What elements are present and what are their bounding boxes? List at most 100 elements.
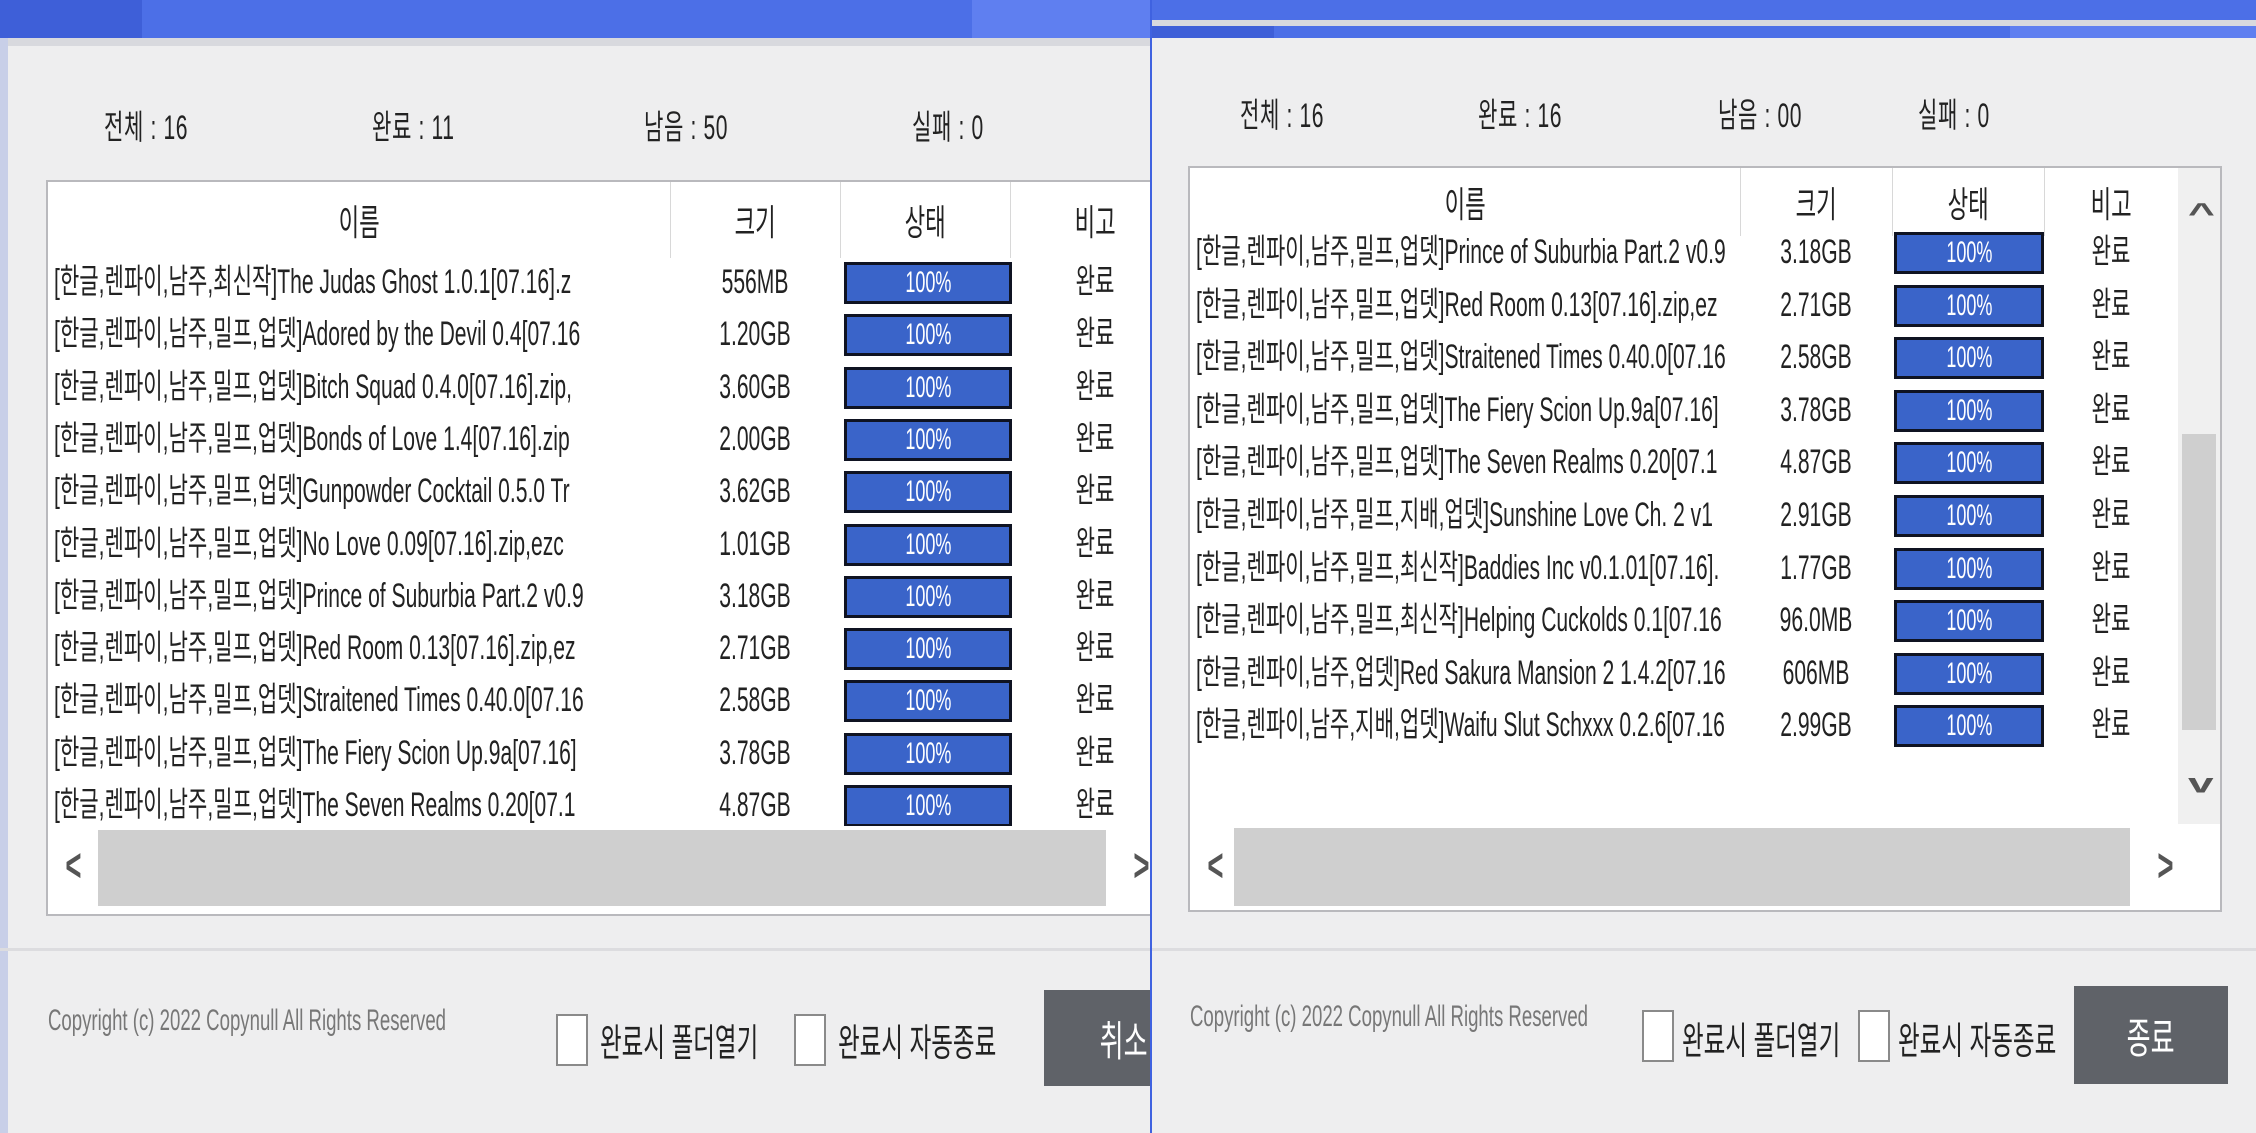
progress-label: 100% (1945, 604, 1993, 638)
file-name: [한글,렌파이,남주,밀프,최신작]Helping Cuckolds 0.1[0… (1196, 601, 1722, 640)
progress-bar: 100% (844, 785, 1012, 827)
progress-bar: 100% (844, 732, 1012, 775)
status-note: 완료 (1075, 629, 1115, 668)
progress-label: 100% (904, 684, 952, 718)
stat-done: 완료 : 11 (372, 109, 455, 147)
status-note: 완료 (2091, 706, 2131, 745)
status-note: 완료 (1075, 315, 1115, 354)
open-folder-checkbox[interactable] (1642, 1010, 1674, 1062)
close-button[interactable]: 종료 (2074, 986, 2228, 1084)
column-status[interactable]: 상태 (840, 182, 1011, 258)
file-size: 606MB (1782, 653, 1850, 692)
status-note: 완료 (1075, 733, 1115, 772)
open-folder-label: 완료시 폴더열기 (600, 1023, 759, 1065)
status-note: 완료 (2091, 653, 2131, 692)
table-row[interactable]: [한글,렌파이,남주,밀프,업뎃]Red Room 0.13[07.16].zi… (48, 622, 1150, 674)
scroll-right-icon[interactable]: > (2157, 842, 2173, 888)
column-note[interactable]: 비고 (1010, 182, 1150, 258)
table-row[interactable]: [한글,렌파이,남주,밀프,업뎃]Straitened Times 0.40.0… (1190, 331, 2220, 383)
scroll-left-icon[interactable]: < (1207, 842, 1223, 888)
status-note: 완료 (1075, 524, 1115, 563)
open-folder-checkbox[interactable] (556, 1014, 588, 1066)
progress-label: 100% (1945, 236, 1993, 269)
title-bar[interactable] (0, 0, 1150, 38)
file-name: [한글,렌파이,남주,밀프,업뎃]Prince of Suburbia Part… (1196, 233, 1726, 271)
file-size: 2.58GB (1780, 338, 1852, 377)
status-note: 완료 (1075, 263, 1115, 301)
file-size: 1.01GB (719, 524, 791, 563)
progress-bar: 100% (844, 523, 1012, 566)
table-row[interactable]: [한글,렌파이,남주,밀프,최신작]Baddies Inc v0.1.01[07… (1190, 542, 2220, 594)
progress-label: 100% (1945, 499, 1993, 532)
table-row[interactable]: [한글,렌파이,남주,밀프,업뎃]The Fiery Scion Up.9a[0… (48, 727, 1150, 779)
table-row[interactable]: [한글,렌파이,남주,밀프,업뎃]Straitened Times 0.40.0… (48, 674, 1150, 726)
file-list[interactable]: 이름 크기 상태 비고 [한글,렌파이,남주,밀프,업뎃]Prince of S… (1188, 166, 2222, 912)
stat-remaining: 남음 : 50 (644, 109, 729, 147)
file-name: [한글,렌파이,남주,밀프,업뎃]The Seven Realms 0.20[0… (54, 786, 576, 824)
progress-bar: 100% (1894, 232, 2044, 274)
file-name: [한글,렌파이,남주,밀프,업뎃]Adored by the Devil 0.4… (54, 315, 581, 354)
scroll-thumb-vertical[interactable] (2182, 434, 2216, 730)
status-note: 완료 (2091, 496, 2131, 534)
table-row[interactable]: [한글,렌파이,남주,밀프,업뎃]Bonds of Love 1.4[07.16… (48, 413, 1150, 465)
scroll-left-icon[interactable]: < (65, 842, 81, 888)
horizontal-scrollbar[interactable]: < > (1190, 824, 2220, 910)
progress-label: 100% (904, 579, 952, 613)
file-size: 1.77GB (1780, 548, 1852, 587)
scroll-up-icon[interactable]: ^ (2188, 199, 2215, 227)
table-row[interactable]: [한글,렌파이,남주,밀프,업뎃]Gunpowder Cocktail 0.5.… (48, 465, 1150, 517)
progress-label: 100% (904, 475, 952, 509)
progress-label: 100% (1945, 341, 1993, 375)
copyright-text: Copyright (c) 2022 Copynull All Rights R… (1190, 1000, 1589, 1033)
scroll-down-icon[interactable]: v (2188, 769, 2214, 797)
file-name: [한글,렌파이,남주,밀프,업뎃]The Fiery Scion Up.9a[0… (54, 733, 577, 772)
table-row[interactable]: [한글,렌파이,남주,밀프,업뎃]No Love 0.09[07.16].zip… (48, 518, 1150, 570)
status-note: 완료 (2091, 285, 2131, 324)
table-row[interactable]: [한글,렌파이,남주,밀프,업뎃]The Seven Realms 0.20[0… (1190, 436, 2220, 488)
file-name: [한글,렌파이,남주,업뎃]Red Sakura Mansion 2 1.4.2… (1196, 653, 1726, 692)
status-note: 완료 (1075, 367, 1115, 406)
file-name: [한글,렌파이,남주,밀프,업뎃]Straitened Times 0.40.0… (1196, 338, 1726, 377)
file-size: 3.78GB (719, 733, 791, 772)
stat-remaining: 남음 : 00 (1718, 97, 1803, 135)
scroll-thumb[interactable] (98, 830, 1106, 906)
download-window-left: 전체 : 16 완료 : 11 남음 : 50 실패 : 0 이름 크기 상태 … (0, 0, 1150, 1133)
horizontal-scrollbar[interactable]: < > (48, 826, 1150, 910)
column-name[interactable]: 이름 (48, 182, 671, 258)
vertical-scrollbar[interactable]: ^ v (2178, 168, 2220, 824)
progress-bar: 100% (1894, 705, 2044, 748)
scroll-right-icon[interactable]: > (1133, 842, 1149, 888)
table-row[interactable]: [한글,렌파이,남주,최신작]The Judas Ghost 1.0.1[07.… (48, 256, 1150, 308)
file-size: 3.78GB (1780, 390, 1852, 429)
table-row[interactable]: [한글,렌파이,남주,밀프,최신작]Helping Cuckolds 0.1[0… (1190, 594, 2220, 646)
table-row[interactable]: [한글,렌파이,남주,밀프,업뎃]Red Room 0.13[07.16].zi… (1190, 279, 2220, 331)
cancel-button[interactable]: 취소 (1044, 990, 1150, 1086)
table-row[interactable]: [한글,렌파이,남주,밀프,업뎃]Adored by the Devil 0.4… (48, 308, 1150, 360)
file-list[interactable]: 이름 크기 상태 비고 [한글,렌파이,남주,최신작]The Judas Gho… (46, 180, 1150, 916)
auto-exit-label: 완료시 자동종료 (838, 1023, 997, 1065)
file-name: [한글,렌파이,남주,밀프,업뎃]Bitch Squad 0.4.0[07.16… (54, 367, 573, 406)
file-name: [한글,렌파이,남주,밀프,업뎃]Red Room 0.13[07.16].zi… (1196, 285, 1718, 324)
column-size[interactable]: 크기 (670, 182, 841, 258)
table-row[interactable]: [한글,렌파이,남주,밀프,업뎃]The Fiery Scion Up.9a[0… (1190, 384, 2220, 436)
table-row[interactable]: [한글,렌파이,남주,밀프,업뎃]Prince of Suburbia Part… (48, 570, 1150, 622)
status-note: 완료 (2091, 548, 2131, 587)
table-row[interactable]: [한글,렌파이,남주,밀프,업뎃]Prince of Suburbia Part… (1190, 226, 2220, 278)
progress-bar: 100% (1894, 442, 2044, 485)
progress-bar: 100% (844, 575, 1012, 618)
status-note: 완료 (1075, 786, 1115, 824)
progress-bar: 100% (844, 314, 1012, 357)
auto-exit-checkbox[interactable] (1858, 1010, 1890, 1062)
table-row[interactable]: [한글,렌파이,남주,밀프,업뎃]Bitch Squad 0.4.0[07.16… (48, 361, 1150, 413)
table-row[interactable]: [한글,렌파이,남주,업뎃]Red Sakura Mansion 2 1.4.2… (1190, 647, 2220, 699)
auto-exit-checkbox[interactable] (794, 1014, 826, 1066)
file-size: 2.71GB (1780, 285, 1852, 324)
progress-label: 100% (904, 422, 952, 456)
scroll-thumb[interactable] (1234, 828, 2130, 906)
file-size: 3.18GB (719, 576, 791, 615)
table-row[interactable]: [한글,렌파이,남주,지배,업뎃]Waifu Slut Schxxx 0.2.6… (1190, 699, 2220, 751)
file-size: 96.0MB (1779, 601, 1853, 640)
table-row[interactable]: [한글,렌파이,남주,밀프,업뎃]The Seven Realms 0.20[0… (48, 779, 1150, 831)
progress-label: 100% (904, 266, 952, 299)
table-row[interactable]: [한글,렌파이,남주,밀프,지배,업뎃]Sunshine Love Ch. 2 … (1190, 489, 2220, 541)
